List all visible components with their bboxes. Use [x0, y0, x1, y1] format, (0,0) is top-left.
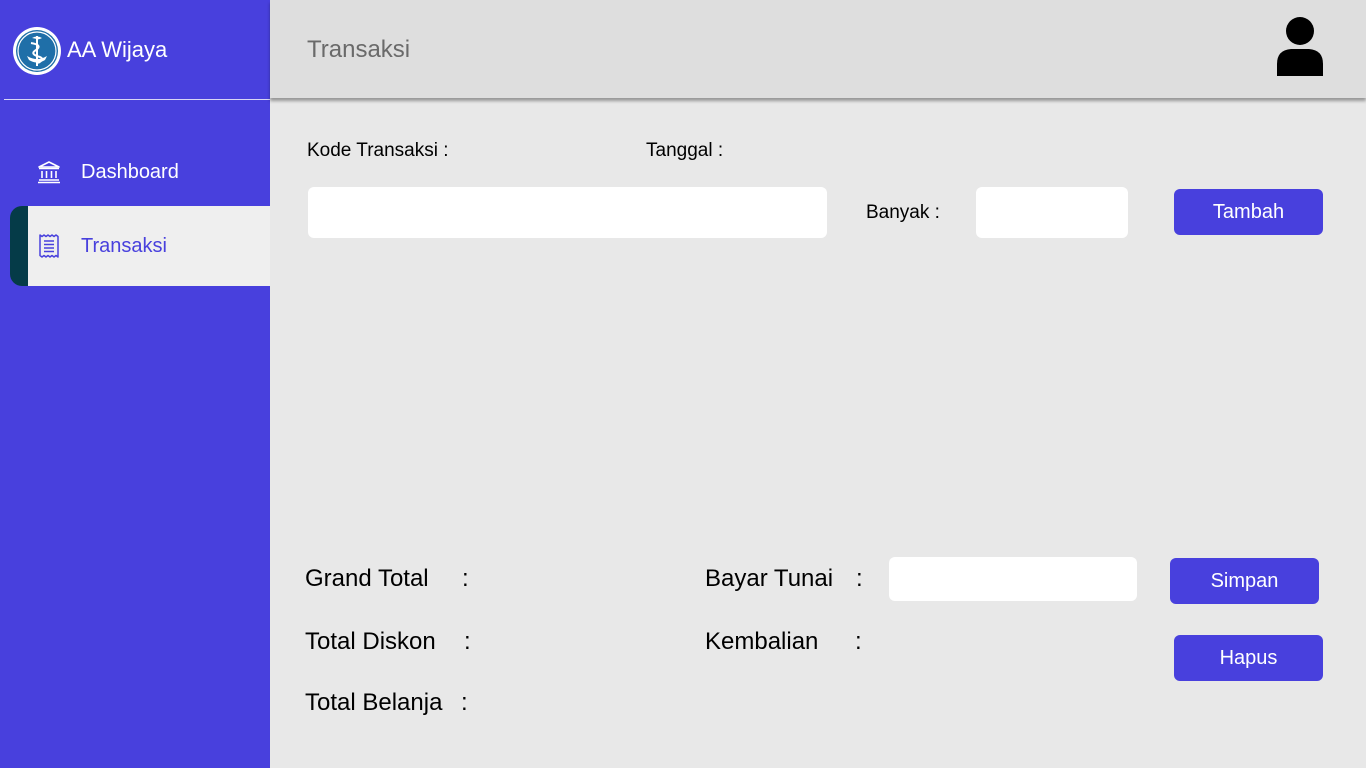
- tanggal-label: Tanggal :: [646, 140, 724, 161]
- brand-name: AA Wijaya: [67, 37, 168, 62]
- bank-icon: [38, 161, 60, 184]
- brand: AA Wijaya: [0, 0, 270, 100]
- kembalian-colon: :: [855, 628, 862, 655]
- tambah-button[interactable]: Tambah: [1174, 189, 1323, 235]
- total-belanja-label: Total Belanja: [305, 689, 443, 716]
- header: Transaksi: [270, 0, 1366, 98]
- sidebar-item-transaksi[interactable]: Transaksi: [0, 206, 270, 286]
- banyak-label: Banyak :: [866, 202, 940, 223]
- simpan-button[interactable]: Simpan: [1170, 558, 1319, 604]
- total-diskon-label: Total Diskon: [305, 628, 436, 655]
- kode-transaksi-label: Kode Transaksi :: [307, 140, 449, 161]
- bayar-tunai-label: Bayar Tunai: [705, 565, 834, 592]
- caduceus-icon: [13, 27, 61, 75]
- total-belanja-colon: :: [461, 689, 468, 716]
- user-icon[interactable]: [1275, 16, 1325, 78]
- bayar-tunai-colon: :: [856, 565, 863, 592]
- total-diskon-colon: :: [464, 628, 471, 655]
- hapus-button[interactable]: Hapus: [1174, 635, 1323, 681]
- bayar-tunai-input[interactable]: [889, 557, 1137, 601]
- kode-transaksi-input[interactable]: [308, 187, 827, 238]
- sidebar-item-label: Transaksi: [81, 235, 167, 257]
- kembalian-label: Kembalian: [705, 628, 819, 655]
- sidebar-item-label: Dashboard: [81, 161, 179, 183]
- grand-total-colon: :: [462, 565, 469, 592]
- page-title: Transaksi: [307, 36, 411, 63]
- sidebar-divider: [4, 99, 270, 100]
- sidebar-item-dashboard[interactable]: Dashboard: [0, 132, 270, 212]
- banyak-input[interactable]: [976, 187, 1128, 238]
- grand-total-label: Grand Total: [305, 565, 429, 592]
- sidebar: AA Wijaya Dashboard Transaksi: [0, 0, 270, 768]
- receipt-icon: [39, 234, 59, 258]
